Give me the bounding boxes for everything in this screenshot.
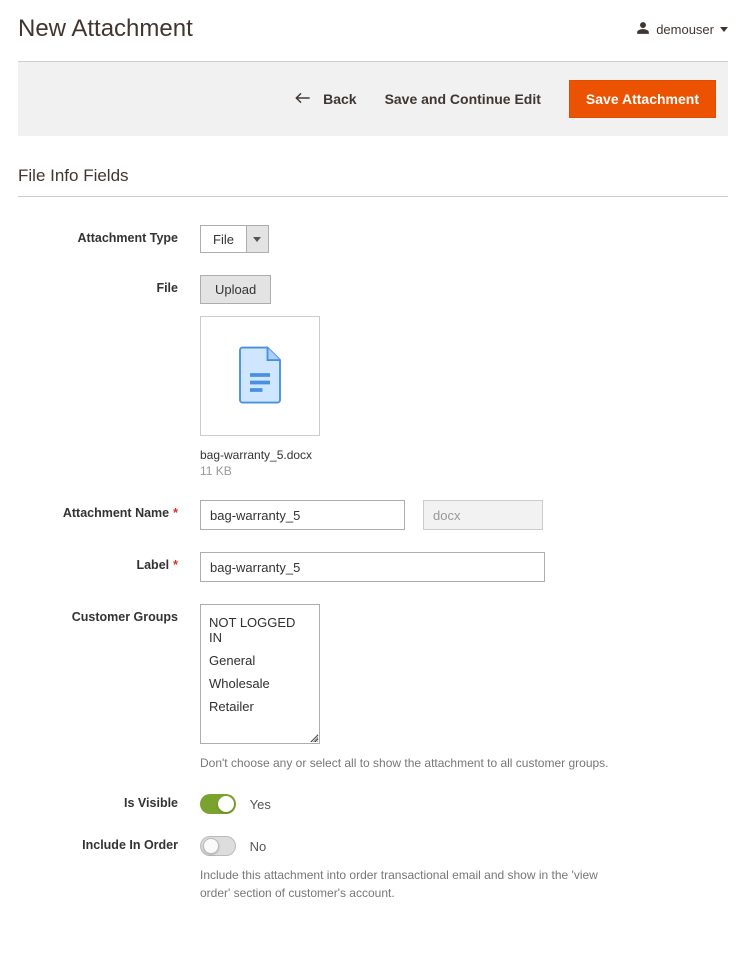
arrow-left-icon bbox=[295, 91, 311, 107]
save-button[interactable]: Save Attachment bbox=[569, 80, 716, 118]
include-in-order-toggle[interactable] bbox=[200, 836, 236, 856]
user-name: demouser bbox=[656, 22, 714, 37]
label-field-label: Label* bbox=[18, 552, 200, 572]
back-button[interactable]: Back bbox=[295, 91, 356, 107]
user-menu[interactable]: demouser bbox=[636, 21, 728, 38]
customer-groups-label: Customer Groups bbox=[18, 604, 200, 624]
attachment-name-input[interactable] bbox=[200, 500, 405, 530]
is-visible-label: Is Visible bbox=[18, 794, 200, 810]
file-size: 11 KB bbox=[200, 464, 728, 478]
attachment-name-label: Attachment Name* bbox=[18, 500, 200, 520]
list-item[interactable]: Wholesale bbox=[209, 672, 311, 695]
list-item[interactable]: NOT LOGGED IN bbox=[209, 611, 311, 649]
chevron-down-icon bbox=[246, 226, 268, 252]
resize-handle-icon[interactable] bbox=[310, 734, 318, 742]
include-in-order-value: No bbox=[250, 839, 267, 854]
include-in-order-label: Include In Order bbox=[18, 836, 200, 852]
list-item[interactable]: Retailer bbox=[209, 695, 311, 718]
file-name: bag-warranty_5.docx bbox=[200, 448, 728, 462]
include-in-order-hint: Include this attachment into order trans… bbox=[200, 866, 620, 902]
user-icon bbox=[636, 21, 650, 38]
section-title: File Info Fields bbox=[18, 166, 728, 197]
document-icon bbox=[235, 345, 285, 408]
page-header: New Attachment demouser bbox=[18, 0, 728, 61]
attachment-type-label: Attachment Type bbox=[18, 225, 200, 245]
is-visible-value: Yes bbox=[250, 797, 271, 812]
is-visible-toggle[interactable] bbox=[200, 794, 236, 814]
file-preview bbox=[200, 316, 320, 436]
chevron-down-icon bbox=[720, 27, 728, 32]
upload-button[interactable]: Upload bbox=[200, 275, 271, 304]
label-input[interactable] bbox=[200, 552, 545, 582]
save-continue-button[interactable]: Save and Continue Edit bbox=[385, 91, 541, 107]
customer-groups-select[interactable]: NOT LOGGED IN General Wholesale Retailer bbox=[200, 604, 320, 744]
list-item[interactable]: General bbox=[209, 649, 311, 672]
action-toolbar: Back Save and Continue Edit Save Attachm… bbox=[18, 61, 728, 136]
attachment-type-select[interactable]: File bbox=[200, 225, 269, 253]
page-title: New Attachment bbox=[18, 15, 193, 43]
file-label: File bbox=[18, 275, 200, 295]
customer-groups-hint: Don't choose any or select all to show t… bbox=[200, 754, 620, 772]
attachment-ext-input bbox=[423, 500, 543, 530]
